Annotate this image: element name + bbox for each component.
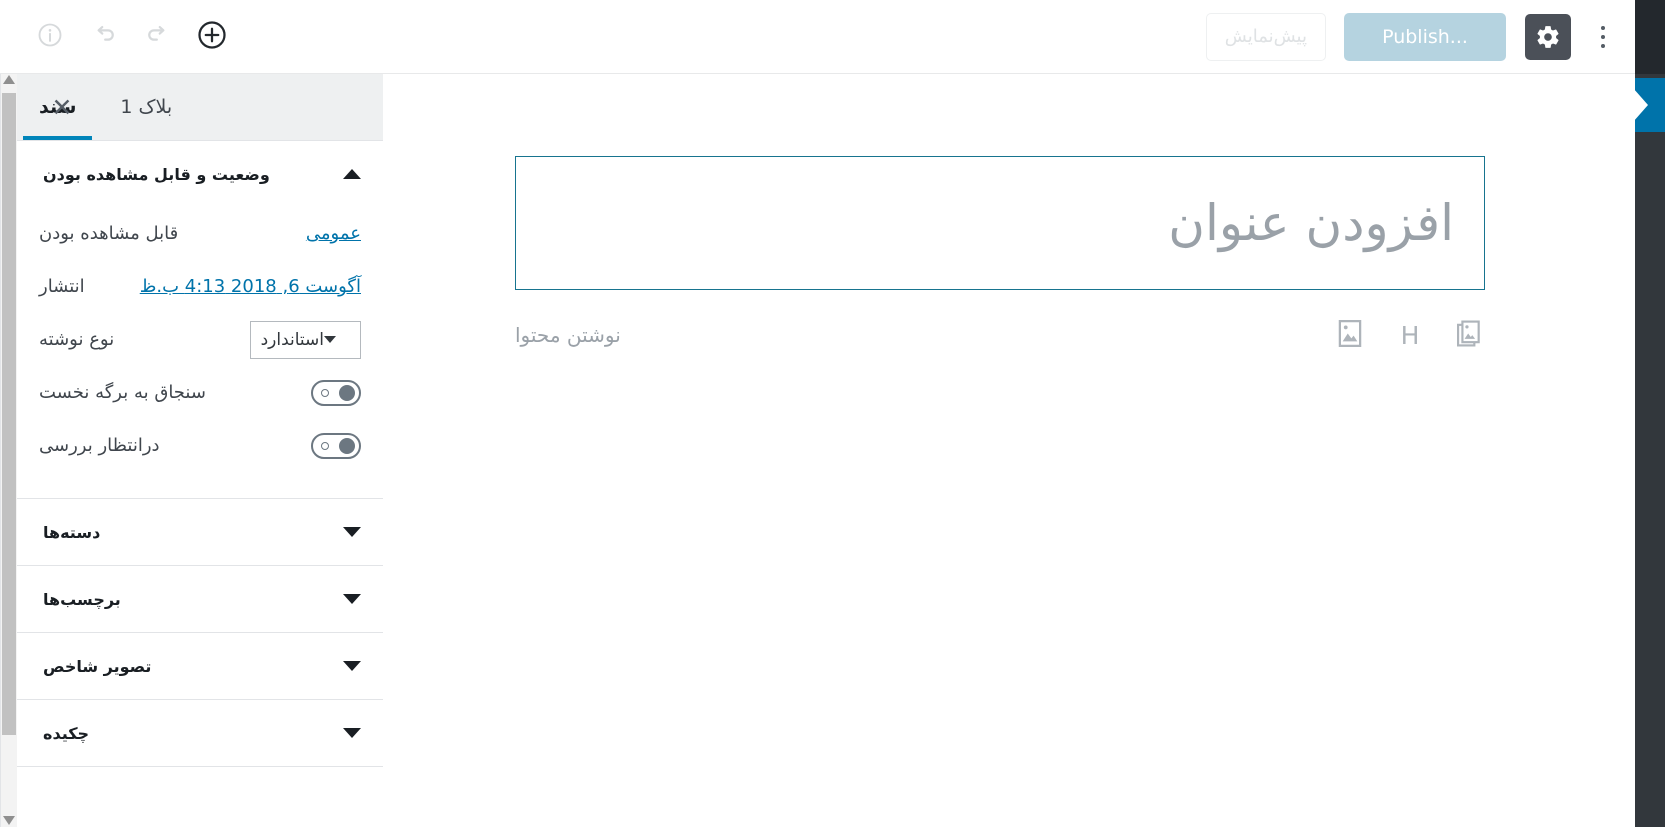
panel-status-visibility-header[interactable]: وضعیت و قابل مشاهده بودن xyxy=(17,141,383,207)
panel-featured-image: تصویر شاخص xyxy=(17,633,383,700)
row-publish-date-label: انتشار xyxy=(39,276,85,297)
row-pending-review: درانتظار بررسی xyxy=(39,419,361,472)
panel-tags: برچسب‌ها xyxy=(17,566,383,633)
toggle-knob xyxy=(339,437,355,454)
undo-button[interactable] xyxy=(134,13,182,61)
toggle-off-indicator-icon xyxy=(321,441,329,450)
toolbar-secondary-actions xyxy=(0,13,236,61)
panel-excerpt-title: چکیده xyxy=(43,723,90,743)
panel-tags-title: برچسب‌ها xyxy=(43,589,121,609)
row-post-format-label: نوع نوشته xyxy=(39,329,115,350)
pending-review-toggle[interactable] xyxy=(311,432,361,459)
chevron-down-icon xyxy=(343,661,361,671)
panel-excerpt-header[interactable]: چکیده xyxy=(17,700,383,766)
panel-featured-image-header[interactable]: تصویر شاخص xyxy=(17,633,383,699)
info-icon xyxy=(36,21,64,53)
quick-inserter-icons: H xyxy=(1311,319,1485,351)
plus-circle-icon xyxy=(197,20,227,54)
post-format-select[interactable]: استاندارد xyxy=(249,320,361,359)
sidebar-scrollbar[interactable] xyxy=(1,74,17,827)
panel-categories: دسته‌ها xyxy=(17,499,383,566)
panel-categories-header[interactable]: دسته‌ها xyxy=(17,499,383,565)
chevron-up-icon xyxy=(343,169,361,179)
row-stick-to-front-label: سنجاق به برگه نخست xyxy=(39,382,206,403)
chevron-down-icon xyxy=(343,527,361,537)
row-publish-date: انتشار آگوست 6, 2018 4:13 ب.ظ xyxy=(39,260,361,313)
chevron-down-icon xyxy=(343,594,361,604)
row-visibility: قابل مشاهده بودن عمومی xyxy=(39,207,361,260)
image-icon xyxy=(1338,319,1362,351)
admin-rail xyxy=(1635,0,1665,827)
preview-button[interactable]: پیش‌نمایش xyxy=(1205,12,1326,61)
preview-button-label: پیش‌نمایش xyxy=(1224,26,1307,47)
scroll-up-arrow-icon[interactable] xyxy=(3,75,15,84)
panel-featured-image-title: تصویر شاخص xyxy=(43,656,152,676)
publish-date-link[interactable]: آگوست 6, 2018 4:13 ب.ظ xyxy=(140,276,361,297)
toolbar-primary-actions: Publish... پیش‌نمایش xyxy=(1205,12,1635,61)
post-format-selected-value: استاندارد xyxy=(260,329,324,350)
undo-icon xyxy=(144,21,172,53)
heading-block-button[interactable]: H xyxy=(1395,320,1425,350)
more-options-button[interactable] xyxy=(1583,13,1623,61)
editor-canvas: افزودن عنوان نوشتن محتوا H xyxy=(383,74,1635,827)
gear-icon xyxy=(1535,24,1561,50)
panel-excerpt: چکیده xyxy=(17,700,383,767)
chevron-down-icon xyxy=(343,728,361,738)
scrollbar-thumb[interactable] xyxy=(2,93,16,735)
toggle-off-indicator-icon xyxy=(321,388,329,397)
row-stick-to-front: سنجاق به برگه نخست xyxy=(39,366,361,419)
admin-rail-header xyxy=(1635,0,1665,74)
panel-categories-title: دسته‌ها xyxy=(43,522,101,542)
redo-button[interactable] xyxy=(80,13,128,61)
ellipsis-dot xyxy=(1601,43,1605,48)
sidebar-content: سند بلاک 1 ✕ وضعیت و قابل مشاهده بودن قا… xyxy=(17,74,383,827)
post-title-block[interactable]: افزودن عنوان xyxy=(515,156,1485,290)
content-info-button[interactable] xyxy=(26,13,74,61)
panel-status-visibility-body: قابل مشاهده بودن عمومی انتشار آگوست 6, 2… xyxy=(17,207,383,498)
gallery-block-button[interactable] xyxy=(1455,320,1485,350)
panel-status-visibility: وضعیت و قابل مشاهده بودن قابل مشاهده بود… xyxy=(17,141,383,499)
row-visibility-label: قابل مشاهده بودن xyxy=(39,223,179,244)
toggle-knob xyxy=(339,384,355,401)
tab-block[interactable]: بلاک 1 xyxy=(98,74,194,140)
sidebar-tab-bar: سند بلاک 1 ✕ xyxy=(17,74,383,141)
row-post-format: نوع نوشته استاندارد xyxy=(39,313,361,366)
content-placeholder-text[interactable]: نوشتن محتوا xyxy=(515,323,629,347)
admin-rail-collapse-tab[interactable] xyxy=(1635,78,1665,132)
settings-sidebar: سند بلاک 1 ✕ وضعیت و قابل مشاهده بودن قا… xyxy=(0,74,383,827)
close-icon: ✕ xyxy=(51,92,73,122)
post-title-placeholder: افزودن عنوان xyxy=(1168,194,1454,252)
ellipsis-dot xyxy=(1601,34,1605,39)
ellipsis-dot xyxy=(1601,25,1605,30)
default-block-appender-row: نوشتن محتوا H xyxy=(515,310,1485,360)
panel-tags-header[interactable]: برچسب‌ها xyxy=(17,566,383,632)
visibility-value-link[interactable]: عمومی xyxy=(306,223,361,244)
publish-button[interactable]: Publish... xyxy=(1344,12,1506,61)
gutenberg-editor: Publish... پیش‌نمایش xyxy=(0,0,1665,827)
panel-status-visibility-title: وضعیت و قابل مشاهده بودن xyxy=(43,164,270,184)
settings-gear-button[interactable] xyxy=(1525,13,1571,60)
add-block-button[interactable] xyxy=(188,13,236,61)
scroll-down-arrow-icon[interactable] xyxy=(3,816,15,825)
image-block-button[interactable] xyxy=(1335,319,1365,351)
stick-to-front-toggle[interactable] xyxy=(311,379,361,406)
publish-button-label: Publish... xyxy=(1382,25,1468,48)
row-pending-review-label: درانتظار بررسی xyxy=(39,435,160,456)
redo-icon xyxy=(90,21,118,53)
gallery-icon xyxy=(1457,320,1483,351)
tab-block-label: بلاک 1 xyxy=(120,96,173,118)
heading-icon: H xyxy=(1400,320,1420,350)
chevron-down-icon xyxy=(324,336,336,343)
editor-toolbar: Publish... پیش‌نمایش xyxy=(0,0,1635,74)
close-sidebar-button[interactable]: ✕ xyxy=(45,90,79,124)
